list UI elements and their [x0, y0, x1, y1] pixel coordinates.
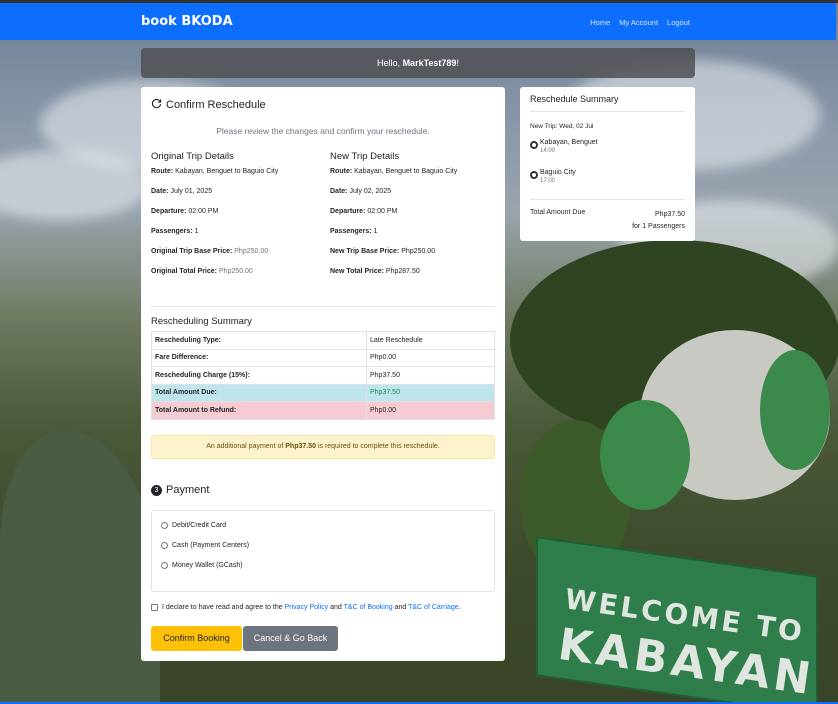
divider [530, 111, 685, 112]
total-refund-row: Total Amount to Refund: Php0.00 [151, 401, 495, 420]
carriage-terms-link[interactable]: T&C of Carriage [408, 604, 459, 611]
agree-checkbox[interactable] [151, 604, 158, 611]
booking-terms-link[interactable]: T&C of Booking [344, 604, 393, 611]
payment-option-gcash[interactable]: Money Wallet (GCash) [161, 562, 243, 569]
detail-row: Route: Kabayan, Benguet to Baguio City [151, 168, 279, 175]
card-title-text: Confirm Reschedule [166, 99, 266, 111]
table-row: Fare Difference: Php0.00 [151, 348, 495, 367]
detail-row: Date: July 01, 2025 [151, 188, 213, 195]
new-trip-details: New Trip Details Route: Kabayan, Benguet… [330, 151, 500, 288]
original-trip-details: Original Trip Details Route: Kabayan, Be… [151, 151, 321, 288]
additional-payment-alert: An additional payment of Php37.50 is req… [151, 435, 495, 459]
greeting-suffix: ! [456, 58, 459, 68]
detail-row: Original Total Price: Php250.00 [151, 268, 253, 275]
nav-home-link[interactable]: Home [590, 18, 610, 27]
new-trip-date: New Trip: Wed, 02 Jul [530, 123, 594, 130]
terms-agreement: I declare to have read and agree to the … [151, 604, 461, 611]
detail-row: Passengers: 1 [330, 228, 378, 235]
greeting-username: MarkTest789 [402, 58, 457, 68]
stop-marker-icon [530, 141, 538, 149]
payment-options: Debit/Credit Card Cash (Payment Centers)… [151, 510, 495, 592]
total-due-amount: Php37.50 for 1 Passengers [632, 211, 685, 230]
payment-heading: 3 Payment [151, 484, 209, 496]
destination-stop: Baguio City 17:00 [530, 169, 576, 184]
reschedule-summary-card: Reschedule Summary New Trip: Wed, 02 Jul… [520, 87, 695, 241]
brand-logo[interactable]: book BKODA [141, 14, 233, 29]
card-title: Confirm Reschedule [151, 98, 266, 112]
detail-row: Departure: 02:00 PM [151, 208, 219, 215]
navbar: book BKODA Home My Account Logout [0, 3, 836, 40]
table-row: Rescheduling Charge (15%): Php37.50 [151, 366, 495, 385]
greeting-banner: Hello, MarkTest789! [141, 48, 695, 78]
rescheduling-summary-table: Rescheduling Type: Late Reschedule Fare D… [151, 331, 495, 420]
section-divider [151, 306, 495, 307]
radio-button[interactable] [161, 542, 168, 549]
card-subtitle: Please review the changes and confirm yo… [216, 126, 430, 136]
nav-links: Home My Account Logout [590, 18, 690, 27]
cancel-go-back-button[interactable]: Cancel & Go Back [243, 626, 338, 651]
summary-title: Reschedule Summary [530, 94, 619, 104]
rescheduling-summary-heading: Rescheduling Summary [151, 316, 252, 327]
original-trip-heading: Original Trip Details [151, 151, 234, 162]
radio-button[interactable] [161, 522, 168, 529]
detail-row: Date: July 02, 2025 [330, 188, 392, 195]
table-row: Rescheduling Type: Late Reschedule [151, 331, 495, 350]
radio-button[interactable] [161, 562, 168, 569]
nav-logout-link[interactable]: Logout [667, 18, 690, 27]
detail-row: New Total Price: Php287.50 [330, 268, 420, 275]
greeting-prefix: Hello, [377, 58, 403, 68]
detail-row: Departure: 02:00 PM [330, 208, 398, 215]
divider [530, 199, 685, 200]
detail-row: Route: Kabayan, Benguet to Baguio City [330, 168, 458, 175]
detail-row: Passengers: 1 [151, 228, 199, 235]
payment-option-card[interactable]: Debit/Credit Card [161, 522, 226, 529]
confirm-booking-button[interactable]: Confirm Booking [151, 626, 242, 651]
stop-marker-icon [530, 171, 538, 179]
total-due-label: Total Amount Due [530, 209, 586, 216]
refresh-icon [151, 98, 162, 112]
detail-row: Original Trip Base Price: Php250.00 [151, 248, 269, 255]
origin-stop: Kabayan, Benguet 14:00 [530, 139, 598, 154]
privacy-policy-link[interactable]: Privacy Policy [285, 604, 329, 611]
new-trip-heading: New Trip Details [330, 151, 400, 162]
total-due-row: Total Amount Due: Php37.50 [151, 383, 495, 402]
detail-row: New Trip Base Price: Php250.00 [330, 248, 436, 255]
step-number-badge: 3 [151, 484, 162, 496]
confirm-reschedule-card: Confirm Reschedule Please review the cha… [141, 87, 505, 661]
payment-option-cash[interactable]: Cash (Payment Centers) [161, 542, 249, 549]
nav-account-link[interactable]: My Account [619, 18, 658, 27]
